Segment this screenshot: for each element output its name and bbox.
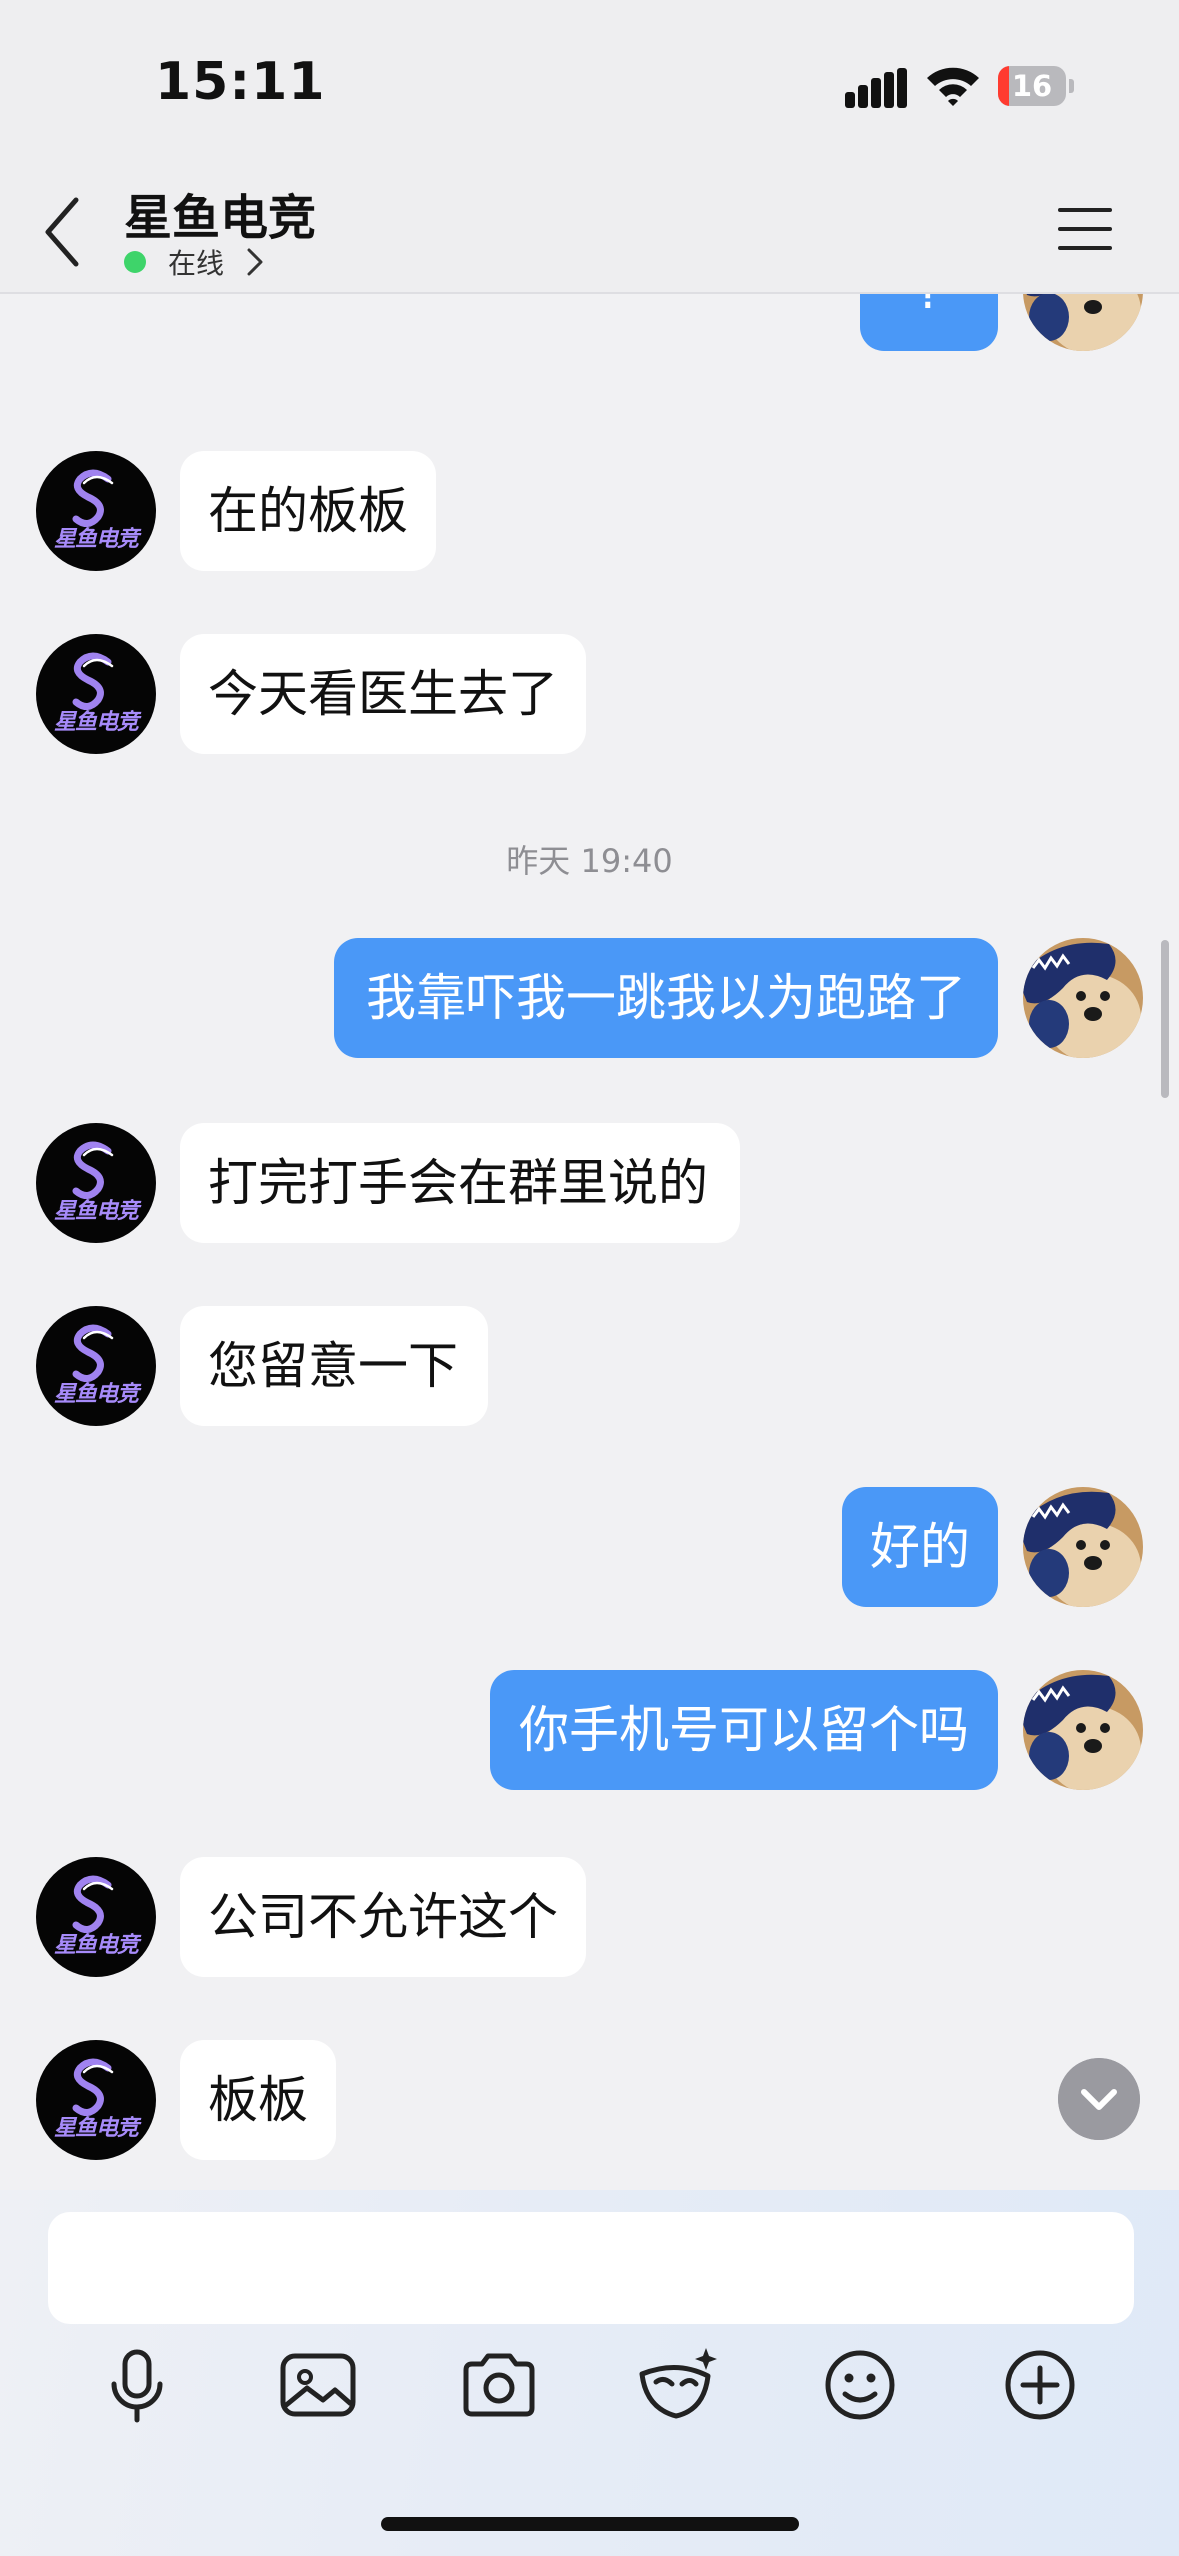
scroll-to-bottom-button[interactable] (1058, 2058, 1140, 2140)
wifi-icon (927, 67, 979, 106)
avatar-brand-text: 星鱼电竞 (53, 1382, 139, 1407)
message-list[interactable]: ?星鱼电竞在的板板星鱼电竞今天看医生去了昨天 19:40我靠吓我一跳我以为跑路了… (0, 294, 1179, 2190)
incoming-message-bubble[interactable]: 打完打手会在群里说的 (180, 1123, 740, 1243)
scrollbar[interactable] (1161, 940, 1169, 1098)
battery-icon: 16 (998, 66, 1074, 108)
contact-avatar[interactable]: 星鱼电竞 (36, 2040, 156, 2160)
camera-icon[interactable] (454, 2340, 544, 2430)
battery-level: 16 (1011, 69, 1053, 103)
avatar-brand-text: 星鱼电竞 (53, 527, 139, 552)
incoming-message-bubble[interactable]: 公司不允许这个 (180, 1857, 586, 1977)
user-avatar[interactable] (1023, 938, 1143, 1058)
status-time: 15:11 (155, 52, 326, 112)
plus-icon[interactable] (995, 2340, 1085, 2430)
user-avatar[interactable] (1023, 1670, 1143, 1790)
contact-avatar[interactable]: 星鱼电竞 (36, 1857, 156, 1977)
user-avatar[interactable] (1023, 1487, 1143, 1607)
contact-avatar[interactable]: 星鱼电竞 (36, 634, 156, 754)
emoji-icon[interactable] (815, 2340, 905, 2430)
avatar-brand-text: 星鱼电竞 (53, 710, 139, 735)
input-area (0, 2190, 1179, 2556)
avatar-brand-text: 星鱼电竞 (53, 1933, 139, 1958)
incoming-message-bubble[interactable]: 您留意一下 (180, 1306, 488, 1426)
user-avatar[interactable] (1023, 294, 1143, 351)
message-input[interactable] (48, 2212, 1134, 2324)
menu-icon[interactable] (1058, 204, 1114, 254)
back-chevron-icon[interactable] (38, 192, 88, 272)
contact-avatar[interactable]: 星鱼电竞 (36, 1306, 156, 1426)
outgoing-message-bubble[interactable]: ? (860, 294, 998, 351)
chat-title[interactable]: 星鱼电竞 (124, 178, 316, 248)
outgoing-message-bubble[interactable]: 我靠吓我一跳我以为跑路了 (334, 938, 998, 1058)
outgoing-message-bubble[interactable]: 好的 (842, 1487, 998, 1607)
cellular-signal-icon (845, 68, 907, 108)
contact-avatar[interactable]: 星鱼电竞 (36, 1123, 156, 1243)
avatar-brand-text: 星鱼电竞 (53, 2116, 139, 2141)
chevron-right-icon (247, 248, 263, 276)
microphone-icon[interactable] (92, 2340, 182, 2430)
avatar-brand-text: 星鱼电竞 (53, 1199, 139, 1224)
online-status[interactable]: 在线 (124, 242, 264, 282)
online-dot (124, 251, 146, 273)
incoming-message-bubble[interactable]: 今天看医生去了 (180, 634, 586, 754)
message-timestamp: 昨天 19:40 (506, 842, 673, 880)
mask-icon[interactable] (632, 2340, 722, 2430)
incoming-message-bubble[interactable]: 在的板板 (180, 451, 436, 571)
image-icon[interactable] (273, 2340, 363, 2430)
outgoing-message-bubble[interactable]: 你手机号可以留个吗 (490, 1670, 998, 1790)
chat-header: 星鱼电竞 在线 (0, 170, 1179, 294)
online-status-label: 在线 (168, 247, 225, 280)
home-indicator[interactable] (381, 2517, 799, 2531)
status-bar: 15:11 16 (0, 0, 1179, 170)
contact-avatar[interactable]: 星鱼电竞 (36, 451, 156, 571)
incoming-message-bubble[interactable]: 板板 (180, 2040, 336, 2160)
